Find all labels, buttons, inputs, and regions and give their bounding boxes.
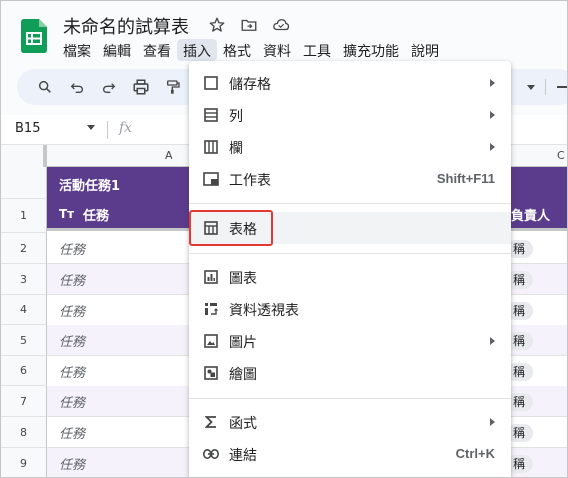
table-name[interactable]: 活動任務1	[59, 175, 120, 194]
menu-divider	[189, 398, 511, 399]
shortcut-label: Ctrl+K	[455, 446, 495, 461]
menu-item-image[interactable]: 圖片	[189, 325, 511, 357]
formula-divider	[107, 121, 108, 139]
cloud-status-icon[interactable]	[271, 15, 291, 35]
row-header-3[interactable]: 3	[1, 264, 47, 295]
image-icon	[203, 333, 219, 349]
menu-item-label: 函式	[229, 416, 257, 432]
print-icon[interactable]	[129, 75, 153, 99]
row-header-8[interactable]: 8	[1, 417, 47, 448]
menu-data[interactable]: 資料	[257, 39, 297, 61]
menu-edit[interactable]: 編輯	[97, 39, 137, 61]
task-cell[interactable]: 任務	[59, 301, 85, 320]
menu-divider	[189, 203, 511, 204]
move-to-folder-icon[interactable]	[239, 15, 259, 35]
column-header-task[interactable]: 任務	[83, 205, 109, 224]
text-type-icon[interactable]: Tт	[59, 207, 74, 221]
task-cell[interactable]: 任務	[59, 392, 85, 411]
row-header-4[interactable]: 4	[1, 295, 47, 325]
menu-item-row[interactable]: 列	[189, 99, 511, 131]
column-icon	[203, 139, 219, 155]
menu-file[interactable]: 檔案	[57, 39, 97, 61]
fx-icon: fx	[119, 120, 133, 136]
shortcut-label: Shift+F11	[436, 171, 495, 186]
menu-item-label: 列	[229, 109, 243, 125]
menu-item-label: 工作表	[229, 173, 271, 189]
link-icon	[203, 446, 219, 462]
row-icon	[203, 107, 219, 123]
spreadsheet-window: 未命名的試算表 檔案 編輯 查看 插入 格式 資料 工具 擴充功能 說明 B15…	[0, 0, 568, 478]
row-header-group	[1, 167, 47, 199]
pivot-table-icon	[203, 301, 219, 317]
menubar: 檔案 編輯 查看 插入 格式 資料 工具 擴充功能 說明	[57, 39, 445, 61]
menu-item-label: 欄	[229, 141, 243, 157]
search-icon[interactable]	[33, 75, 57, 99]
minus-icon[interactable]	[557, 86, 567, 88]
row-header-5[interactable]: 5	[1, 325, 47, 356]
row-header-9[interactable]: 9	[1, 448, 47, 477]
menu-item-drawing[interactable]: 繪圖	[189, 357, 511, 389]
name-box-dropdown-icon[interactable]	[87, 125, 95, 130]
menu-tools[interactable]: 工具	[297, 39, 337, 61]
menu-item-pivot-table[interactable]: 資料透視表	[189, 293, 511, 325]
submenu-arrow-icon	[490, 418, 495, 426]
cell-icon	[203, 75, 219, 91]
toolbar-divider	[545, 79, 546, 95]
menu-extensions[interactable]: 擴充功能	[337, 39, 405, 61]
column-header-a[interactable]: A	[165, 149, 173, 162]
menu-item-label: 圖表	[229, 271, 257, 287]
menu-item-label: 儲存格	[229, 77, 271, 93]
menu-item-label: 表格	[229, 222, 257, 238]
task-cell[interactable]: 任務	[59, 239, 85, 258]
task-cell[interactable]: 任務	[59, 423, 85, 442]
insert-menu: 儲存格 列 欄 工作表 Shift+F11 表格 圖表 資料透視表 圖片 繪圖 …	[189, 61, 511, 477]
column-header-owner[interactable]: 負責人	[511, 205, 550, 224]
chart-icon	[203, 269, 219, 285]
submenu-arrow-icon	[490, 143, 495, 151]
menu-item-function[interactable]: 函式	[189, 406, 511, 438]
paint-format-icon[interactable]	[161, 75, 185, 99]
menu-item-label: 圖片	[229, 335, 257, 351]
menu-divider	[189, 253, 511, 254]
submenu-arrow-icon	[490, 79, 495, 87]
redo-icon[interactable]	[97, 75, 121, 99]
row-header-6[interactable]: 6	[1, 356, 47, 386]
task-cell[interactable]: 任務	[59, 454, 85, 473]
menu-item-table[interactable]: 表格	[189, 212, 511, 244]
undo-icon[interactable]	[65, 75, 89, 99]
task-cell[interactable]: 任務	[59, 362, 85, 381]
name-box[interactable]: B15	[15, 121, 40, 136]
row-header-1[interactable]: 1	[1, 199, 47, 233]
table-icon	[203, 220, 219, 236]
sheets-logo-icon[interactable]	[21, 19, 47, 53]
menu-item-label: 連結	[229, 448, 257, 464]
menu-item-sheet[interactable]: 工作表 Shift+F11	[189, 163, 511, 195]
menu-item-link[interactable]: 連結 Ctrl+K	[189, 438, 511, 470]
menu-help[interactable]: 說明	[405, 39, 445, 61]
menu-format[interactable]: 格式	[217, 39, 257, 61]
menu-item-label: 資料透視表	[229, 303, 299, 319]
menu-item-label: 繪圖	[229, 367, 257, 383]
sheet-icon	[203, 171, 219, 187]
menu-item-cells[interactable]: 儲存格	[189, 67, 511, 99]
drawing-icon	[203, 365, 219, 381]
task-cell[interactable]: 任務	[59, 331, 85, 350]
menu-insert[interactable]: 插入	[177, 39, 217, 61]
column-header-c[interactable]: C	[557, 149, 565, 162]
menu-item-chart[interactable]: 圖表	[189, 261, 511, 293]
menu-item-column[interactable]: 欄	[189, 131, 511, 163]
submenu-arrow-icon	[490, 337, 495, 345]
row-header-2[interactable]: 2	[1, 233, 47, 264]
document-title[interactable]: 未命名的試算表	[63, 13, 189, 39]
submenu-arrow-icon	[490, 111, 495, 119]
row-header-7[interactable]: 7	[1, 386, 47, 417]
star-icon[interactable]	[207, 15, 227, 35]
select-all-corner[interactable]	[1, 145, 47, 167]
more-dropdown-icon[interactable]	[519, 75, 543, 99]
task-cell[interactable]: 任務	[59, 270, 85, 289]
menu-view[interactable]: 查看	[137, 39, 177, 61]
sigma-icon	[203, 414, 219, 430]
